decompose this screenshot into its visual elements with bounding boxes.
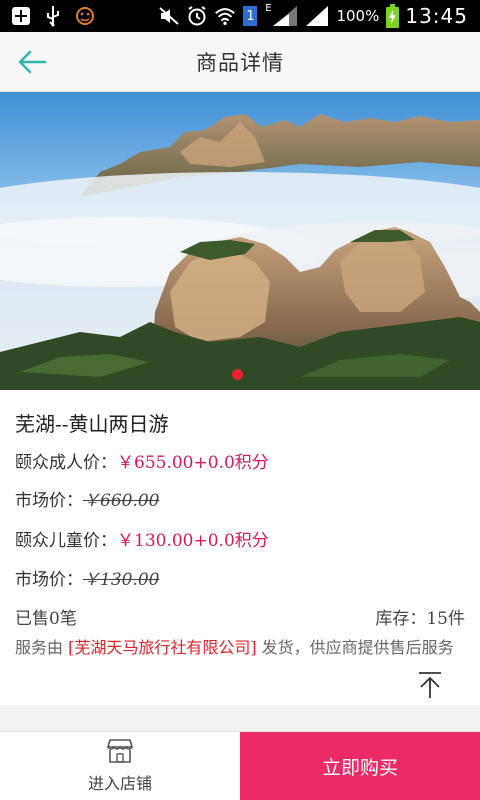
signal-strength-icon: E <box>264 3 298 27</box>
product-image-carousel[interactable] <box>0 92 480 390</box>
sales-stock-row: 已售0笔 库存：15件 <box>15 604 465 629</box>
arrow-up-icon <box>419 672 441 698</box>
sold-count: 已售0笔 <box>15 609 77 629</box>
enter-store-button[interactable]: 进入店铺 <box>0 732 240 800</box>
market-price-value: ￥660.00 <box>83 491 160 511</box>
alarm-icon <box>186 5 208 27</box>
buy-now-button[interactable]: 立即购买 <box>240 732 480 800</box>
service-suffix: 发货，供应商提供售后服务 <box>256 638 454 657</box>
service-prefix: 服务由 <box>15 638 69 657</box>
shop-name-link[interactable]: [芜湖天马旅行社有限公司] <box>68 638 257 657</box>
mountain-landscape-image <box>0 92 480 390</box>
add-icon <box>10 5 32 27</box>
adult-price-label: 颐众成人价： <box>15 453 117 473</box>
child-price-label: 颐众儿童价： <box>15 531 117 551</box>
sim-badge-icon: 1 <box>242 5 258 27</box>
wifi-icon <box>214 5 236 27</box>
store-icon <box>106 739 134 763</box>
market-price-row-2: 市场价：￥130.00 <box>15 565 159 590</box>
market-price-value-2: ￥130.00 <box>83 570 160 590</box>
market-price-label: 市场价： <box>15 491 83 511</box>
bottom-action-bar: 进入店铺 立即购买 <box>0 731 480 800</box>
notification-face-icon <box>74 5 96 27</box>
battery-percent: 100% <box>336 7 380 25</box>
adult-price-row: 颐众成人价：￥655.00+0.0积分 <box>15 448 269 473</box>
mute-icon <box>158 5 180 27</box>
app-header: 商品详情 <box>0 32 480 92</box>
clock-time: 13:45 <box>405 4 468 28</box>
service-note: 服务由 [芜湖天马旅行社有限公司] 发货，供应商提供售后服务 <box>15 636 470 659</box>
enter-store-label: 进入店铺 <box>87 774 152 793</box>
back-button[interactable] <box>12 42 52 82</box>
section-divider <box>0 705 480 731</box>
child-price: ￥130.00+0.0积分 <box>117 531 269 551</box>
market-price-label-2: 市场价： <box>15 570 83 590</box>
adult-price: ￥655.00+0.0积分 <box>117 453 269 473</box>
status-bar: 1 E 100% 13:45 <box>0 0 480 32</box>
product-title: 芜湖--黄山两日游 <box>15 412 169 436</box>
stock-count: 库存：15件 <box>375 609 465 629</box>
market-price-row-1: 市场价：￥660.00 <box>15 486 159 511</box>
usb-icon <box>42 5 64 27</box>
page-title: 商品详情 <box>196 50 284 75</box>
child-price-row: 颐众儿童价：￥130.00+0.0积分 <box>15 526 269 551</box>
carousel-indicator-dot <box>232 369 243 380</box>
back-arrow-icon <box>18 50 47 74</box>
battery-charging-icon <box>385 4 399 28</box>
signal-strength-icon-2 <box>304 5 330 27</box>
